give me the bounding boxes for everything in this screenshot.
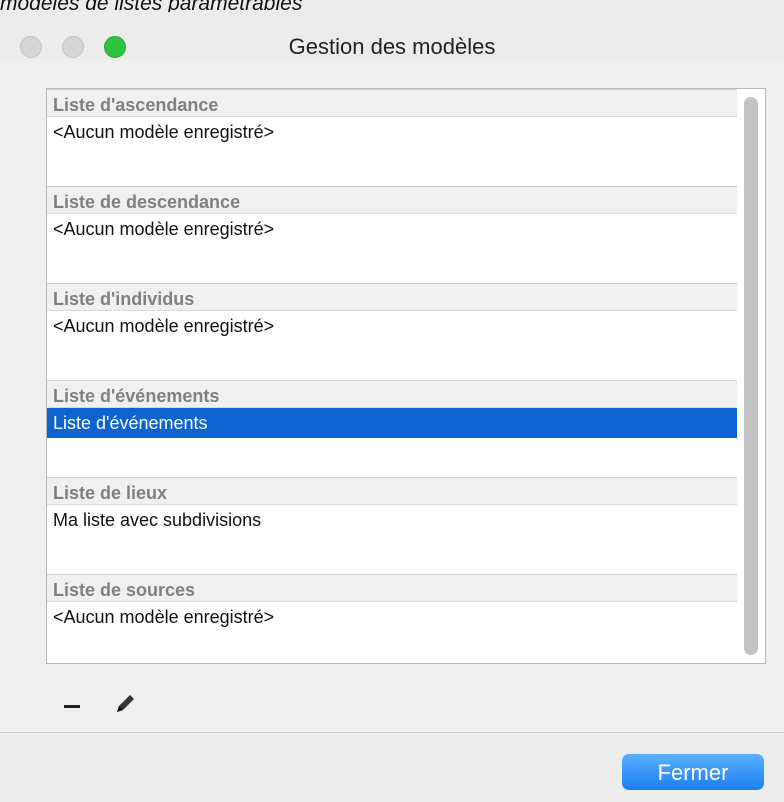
list-item[interactable]: <Aucun modèle enregistré> — [47, 602, 737, 632]
list-scrollbar[interactable] — [741, 95, 759, 657]
minus-icon — [64, 705, 80, 708]
list-item[interactable]: Ma liste avec subdivisions — [47, 505, 737, 535]
section-sources: Liste de sources <Aucun modèle enregistr… — [47, 574, 737, 632]
edit-model-button[interactable] — [110, 688, 146, 718]
section-header: Liste d'ascendance — [47, 89, 737, 117]
remove-model-button[interactable] — [56, 690, 92, 720]
section-individus: Liste d'individus <Aucun modèle enregist… — [47, 283, 737, 341]
section-header: Liste d'événements — [47, 380, 737, 408]
model-list[interactable]: Liste d'ascendance <Aucun modèle enregis… — [46, 88, 766, 664]
window-title: Gestion des modèles — [288, 34, 496, 59]
section-header: Liste d'individus — [47, 283, 737, 311]
section-header: Liste de sources — [47, 574, 737, 602]
section-ascendance: Liste d'ascendance <Aucun modèle enregis… — [47, 89, 737, 147]
list-item-selected[interactable]: Liste d'événements — [47, 408, 737, 438]
section-lieux: Liste de lieux Ma liste avec subdivision… — [47, 477, 737, 535]
section-evenements: Liste d'événements Liste d'événements — [47, 380, 737, 438]
list-item[interactable]: <Aucun modèle enregistré> — [47, 214, 737, 244]
pencil-icon — [117, 695, 134, 712]
close-button[interactable]: Fermer — [622, 754, 764, 790]
section-header: Liste de lieux — [47, 477, 737, 505]
section-header: Liste de descendance — [47, 186, 737, 214]
window-titlebar[interactable]: Gestion des modèles — [0, 12, 784, 60]
scrollbar-thumb[interactable] — [744, 97, 758, 655]
section-descendance: Liste de descendance <Aucun modèle enreg… — [47, 186, 737, 244]
page-caption: modèles de listes paramétrables — [0, 0, 303, 15]
list-item[interactable]: <Aucun modèle enregistré> — [47, 117, 737, 147]
list-item[interactable]: <Aucun modèle enregistré> — [47, 311, 737, 341]
